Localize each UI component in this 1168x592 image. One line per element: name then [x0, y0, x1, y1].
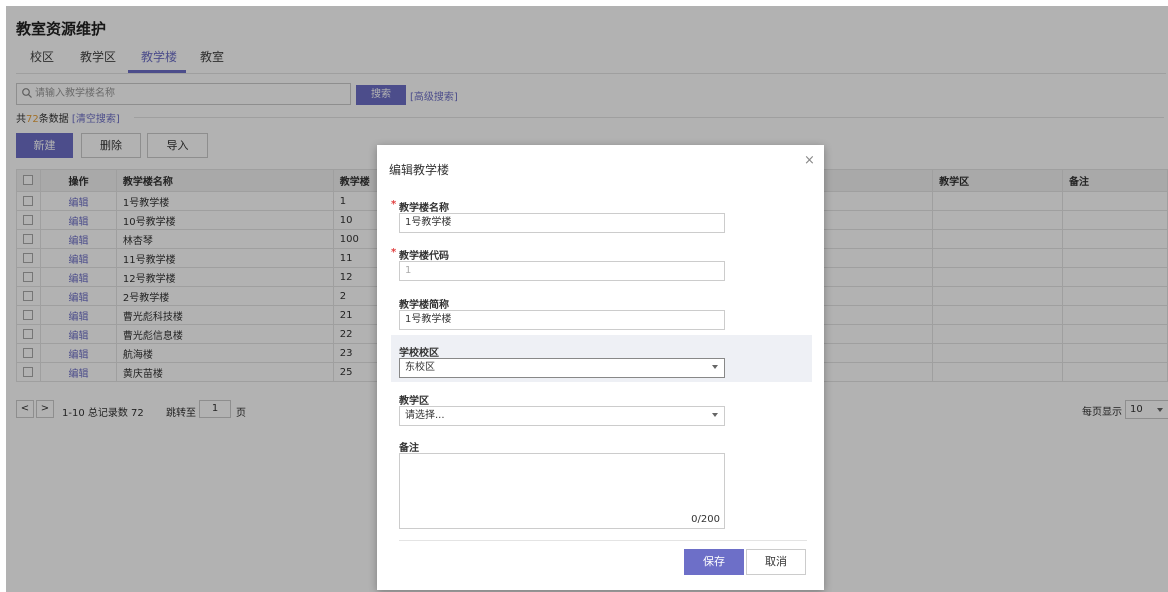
teaching-area-selected-value: 请选择...	[405, 410, 445, 421]
chevron-down-icon	[712, 413, 718, 417]
teaching-area-select[interactable]: 请选择...	[399, 406, 725, 426]
edit-building-dialog: 编辑教学楼 × * 教学楼名称 1号教学楼 * 教学楼代码 1 教学楼简称 1号教学…	[377, 145, 824, 590]
building-short-name-label: 教学楼简称	[399, 300, 449, 311]
chevron-down-icon	[712, 365, 718, 369]
cancel-button[interactable]: 取消	[746, 549, 806, 575]
campus-selected-value: 东校区	[405, 362, 435, 373]
building-name-label: * 教学楼名称	[391, 199, 449, 214]
char-counter: 0/200	[691, 514, 720, 525]
campus-label: 学校校区	[399, 348, 439, 359]
dialog-footer-divider	[399, 540, 807, 541]
dialog-title: 编辑教学楼	[389, 163, 450, 177]
building-name-input[interactable]: 1号教学楼	[399, 213, 725, 233]
required-mark: *	[391, 199, 397, 210]
teaching-area-label: 教学区	[399, 396, 429, 407]
note-textarea[interactable]: 0/200	[399, 453, 725, 529]
note-label: 备注	[399, 443, 419, 454]
close-icon[interactable]: ×	[804, 153, 815, 168]
building-code-input: 1	[399, 261, 725, 281]
building-code-label: * 教学楼代码	[391, 247, 449, 262]
building-short-name-input[interactable]: 1号教学楼	[399, 310, 725, 330]
campus-select[interactable]: 东校区	[399, 358, 725, 378]
required-mark: *	[391, 247, 397, 258]
save-button[interactable]: 保存	[684, 549, 744, 575]
